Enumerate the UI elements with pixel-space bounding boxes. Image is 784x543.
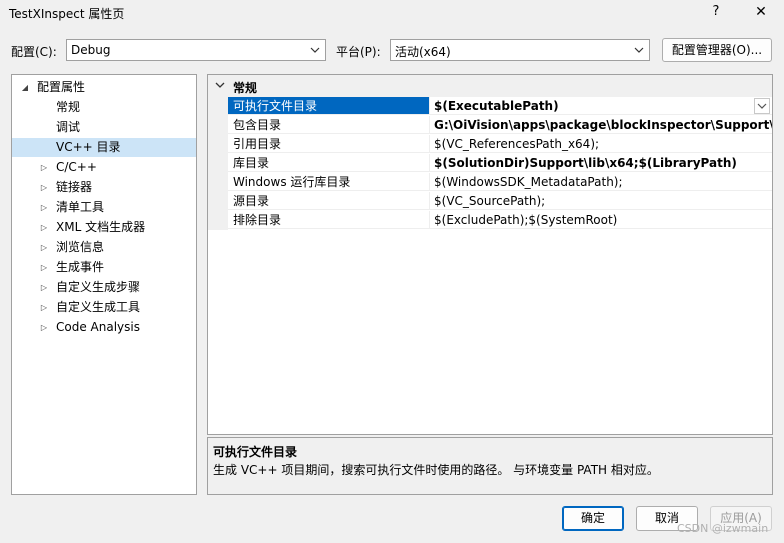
tree-item-label: 自定义生成步骤 xyxy=(56,280,141,294)
tree-item-label: XML 文档生成器 xyxy=(56,220,146,234)
property-row[interactable]: Windows 运行库目录 $(WindowsSDK_MetadataPath); xyxy=(208,173,772,192)
config-value: Debug xyxy=(71,43,111,57)
category-label: 常规 xyxy=(233,81,258,95)
property-tree[interactable]: ◢ 配置属性 常规调试 VC++ 目录 ▷ C/C++ ▷ 链接器 ▷ 清单工具 ▷ XML 文档… xyxy=(11,74,197,495)
expand-triangle-icon[interactable]: ▷ xyxy=(39,258,49,277)
description-panel: 可执行文件目录 生成 VC++ 项目期间，搜索可执行文件时使用的路径。 与环境变… xyxy=(207,437,773,495)
platform-label: 平台(P): xyxy=(336,45,381,59)
config-label: 配置(C): xyxy=(11,45,57,59)
tree-item-label: 生成事件 xyxy=(56,260,105,274)
expand-triangle-icon[interactable]: ▷ xyxy=(39,318,49,337)
property-name[interactable]: 包含目录 xyxy=(228,116,429,134)
tree-item[interactable]: ▷ XML 文档生成器 xyxy=(12,218,196,237)
tree-item-label: 链接器 xyxy=(56,180,93,194)
category-row[interactable]: 常规 xyxy=(208,75,772,97)
ok-button[interactable]: 确定 xyxy=(562,506,624,531)
value-dropdown-button[interactable] xyxy=(754,98,770,114)
help-button[interactable]: ? xyxy=(706,2,726,22)
property-name[interactable]: 引用目录 xyxy=(228,135,429,153)
tree-item-label: 自定义生成工具 xyxy=(56,300,141,314)
property-name[interactable]: 源目录 xyxy=(228,192,429,210)
tree-item-label: Code Analysis xyxy=(56,320,140,334)
tree-item-label: C/C++ xyxy=(56,160,97,174)
platform-dropdown[interactable]: 活动(x64) xyxy=(390,39,650,61)
property-value[interactable]: $(SolutionDir)Support\lib\x64;$(LibraryP… xyxy=(429,154,772,172)
tree-item[interactable]: ▷ C/C++ xyxy=(12,158,196,177)
row-gutter xyxy=(208,97,228,116)
title-bar: TestXInspect 属性页 ? ✕ xyxy=(0,0,784,26)
row-gutter xyxy=(208,192,228,211)
close-button[interactable]: ✕ xyxy=(750,2,772,22)
window-title: TestXInspect 属性页 xyxy=(9,7,125,21)
row-gutter xyxy=(208,135,228,154)
chevron-down-icon xyxy=(757,103,767,109)
property-name[interactable]: 排除目录 xyxy=(228,211,429,229)
property-value-text: $(ExecutablePath) xyxy=(434,99,559,113)
platform-value: 活动(x64) xyxy=(395,45,451,59)
property-value[interactable]: G:\OiVision\apps\package\blockInspector\… xyxy=(429,116,772,134)
tree-item[interactable]: 调试 xyxy=(12,118,196,137)
tree-item[interactable]: ▷ 自定义生成工具 xyxy=(12,298,196,317)
tree-root-label: 配置属性 xyxy=(37,80,86,94)
tree-item[interactable]: ▷ 浏览信息 xyxy=(12,238,196,257)
property-name[interactable]: Windows 运行库目录 xyxy=(228,173,429,191)
chevron-down-icon[interactable] xyxy=(214,79,226,91)
row-gutter xyxy=(208,116,228,135)
tree-item-label: 浏览信息 xyxy=(56,240,105,254)
watermark: CSDN @izwmain xyxy=(677,522,769,535)
expand-triangle-icon[interactable]: ▷ xyxy=(39,298,49,317)
property-row[interactable]: 排除目录 $(ExcludePath);$(SystemRoot) xyxy=(208,211,772,230)
property-value-text: $(VC_ReferencesPath_x64); xyxy=(434,137,600,151)
expand-triangle-icon[interactable]: ▷ xyxy=(39,158,49,177)
property-row[interactable]: 可执行文件目录 $(ExecutablePath) xyxy=(208,97,772,116)
property-row[interactable]: 引用目录 $(VC_ReferencesPath_x64); xyxy=(208,135,772,154)
chevron-down-icon xyxy=(310,47,320,53)
property-name[interactable]: 库目录 xyxy=(228,154,429,172)
expand-triangle-icon[interactable]: ▷ xyxy=(39,218,49,237)
expand-triangle-icon[interactable]: ▷ xyxy=(39,198,49,217)
expand-triangle-icon[interactable]: ▷ xyxy=(39,238,49,257)
property-row[interactable]: 包含目录 G:\OiVision\apps\package\blockInspec… xyxy=(208,116,772,135)
chevron-down-icon xyxy=(634,47,644,53)
row-gutter xyxy=(208,154,228,173)
tree-item[interactable]: ▷ Code Analysis xyxy=(12,318,196,337)
config-dropdown[interactable]: Debug xyxy=(66,39,326,61)
tree-item[interactable]: ▷ 生成事件 xyxy=(12,258,196,277)
tree-item[interactable]: VC++ 目录 xyxy=(12,138,196,157)
tree-item[interactable]: ▷ 清单工具 xyxy=(12,198,196,217)
property-value[interactable]: $(VC_SourcePath); xyxy=(429,192,772,210)
tree-item-label: 调试 xyxy=(56,120,81,134)
property-grid[interactable]: 常规 可执行文件目录 $(ExecutablePath) 包含目录 G:\OiVisi… xyxy=(207,74,773,435)
property-value-text: $(WindowsSDK_MetadataPath); xyxy=(434,175,623,189)
property-value-text: $(VC_SourcePath); xyxy=(434,194,546,208)
row-gutter xyxy=(208,173,228,192)
description-title: 可执行文件目录 xyxy=(213,445,298,459)
property-value[interactable]: $(ExcludePath);$(SystemRoot) xyxy=(429,211,772,229)
description-text: 生成 VC++ 项目期间，搜索可执行文件时使用的路径。 与环境变量 PATH 相… xyxy=(213,463,659,477)
property-value[interactable]: $(ExecutablePath) xyxy=(429,97,772,115)
expand-triangle-icon[interactable]: ▷ xyxy=(39,178,49,197)
tree-item-label: VC++ 目录 xyxy=(56,140,121,154)
property-value-text: $(SolutionDir)Support\lib\x64;$(LibraryP… xyxy=(434,156,737,170)
property-value-text: G:\OiVision\apps\package\blockInspector\… xyxy=(434,118,772,132)
tree-item-label: 清单工具 xyxy=(56,200,105,214)
property-value[interactable]: $(VC_ReferencesPath_x64); xyxy=(429,135,772,153)
property-name[interactable]: 可执行文件目录 xyxy=(228,97,429,115)
tree-item[interactable]: 常规 xyxy=(12,98,196,117)
config-manager-button[interactable]: 配置管理器(O)... xyxy=(662,38,772,62)
expand-triangle-icon[interactable]: ▷ xyxy=(39,278,49,297)
tree-item-label: 常规 xyxy=(56,100,81,114)
tree-item[interactable]: ▷ 自定义生成步骤 xyxy=(12,278,196,297)
tree-root[interactable]: ◢ 配置属性 xyxy=(12,78,196,97)
property-row[interactable]: 库目录 $(SolutionDir)Support\lib\x64;$(Libra… xyxy=(208,154,772,173)
property-value[interactable]: $(WindowsSDK_MetadataPath); xyxy=(429,173,772,191)
expanded-triangle-icon[interactable]: ◢ xyxy=(20,78,30,97)
row-gutter xyxy=(208,211,228,230)
property-row[interactable]: 源目录 $(VC_SourcePath); xyxy=(208,192,772,211)
tree-item[interactable]: ▷ 链接器 xyxy=(12,178,196,197)
property-value-text: $(ExcludePath);$(SystemRoot) xyxy=(434,213,618,227)
